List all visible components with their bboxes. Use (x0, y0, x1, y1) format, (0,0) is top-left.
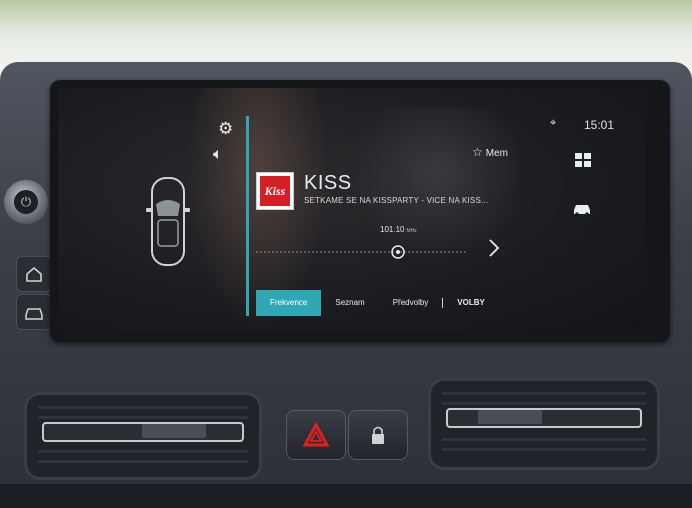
infotainment-screen: ⚙ 🔈︎ Kiss KISS SETKAME SE NA KISSPARTY -… (58, 88, 646, 332)
favorite-label: Mem (485, 148, 508, 159)
central-lock-button[interactable] (348, 410, 408, 460)
location-icon: ⌖ (550, 117, 557, 129)
home-button[interactable] (16, 256, 52, 292)
tab-options[interactable]: VOLBY (443, 290, 499, 316)
frequency-readout: 101.10 MHz (380, 225, 417, 234)
frequency-value: 101.10 (380, 225, 405, 234)
vent-slat (442, 438, 646, 441)
vent-slat (442, 402, 646, 405)
vent-bar[interactable] (446, 408, 642, 428)
lock-icon (372, 426, 384, 444)
vent-adjust-tab[interactable] (142, 424, 206, 438)
next-arrow-icon[interactable] (486, 238, 502, 258)
tab-frequency[interactable]: Frekvence (256, 290, 322, 316)
apps-grid-icon[interactable] (574, 152, 592, 168)
power-icon: ⏻ (14, 190, 38, 214)
favorite-button[interactable]: ☆ Mem (472, 145, 508, 159)
volume-icon[interactable]: 🔈︎ (213, 146, 237, 164)
hazard-icon (302, 421, 330, 447)
rds-text: SETKAME SE NA KISSPARTY - VICE NA KISS..… (304, 196, 489, 205)
accent-divider (246, 116, 249, 316)
vent-slat (442, 392, 646, 395)
hazard-button[interactable] (286, 410, 346, 460)
clock: 15:01 (584, 118, 615, 132)
tab-bar: Frekvence Seznam Předvolby VOLBY (256, 290, 499, 316)
vent-slat (38, 450, 248, 453)
frequency-unit: MHz (406, 228, 417, 234)
car-icon (25, 308, 43, 320)
nav-car-icon[interactable] (572, 202, 592, 216)
logo-lettering: Kiss (264, 184, 286, 198)
air-vent-left (24, 392, 262, 480)
settings-icon[interactable]: ⚙ (218, 120, 236, 138)
station-logo: Kiss (256, 172, 294, 210)
tab-list[interactable]: Seznam (321, 290, 378, 316)
frequency-tuner-slider[interactable] (256, 238, 496, 262)
air-vent-right (428, 378, 660, 470)
car-icon (146, 177, 190, 266)
vent-adjust-tab[interactable] (478, 410, 542, 424)
tab-presets[interactable]: Předvolby (379, 290, 443, 316)
vent-slat (38, 406, 248, 409)
station-name: KISS (304, 172, 352, 194)
car-settings-button[interactable] (16, 294, 52, 330)
star-icon: ☆ (472, 145, 483, 159)
home-icon (26, 266, 42, 282)
vent-slat (38, 460, 248, 463)
vent-slat (442, 448, 646, 451)
vent-slat (38, 416, 248, 419)
lower-console (0, 484, 692, 508)
